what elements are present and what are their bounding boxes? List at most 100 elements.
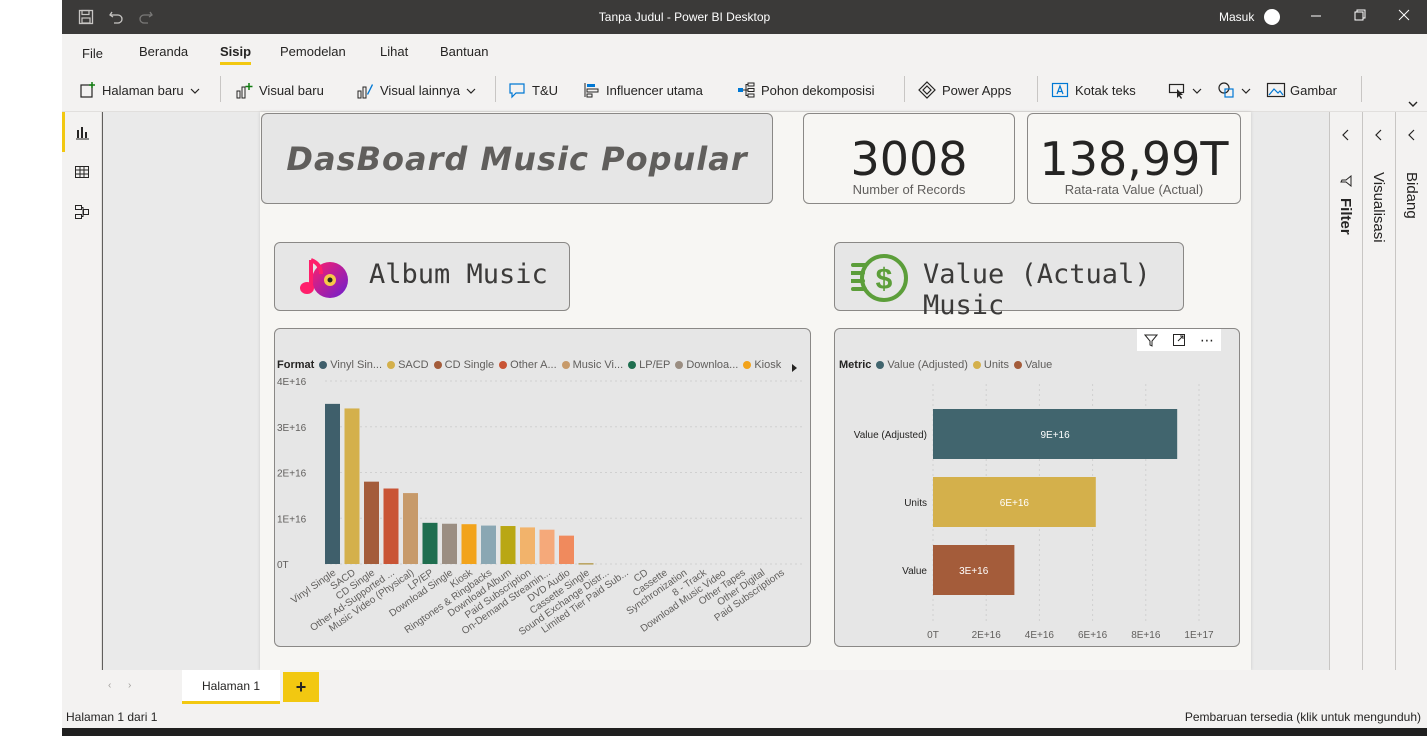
text-box-label: Kotak teks [1075, 82, 1136, 98]
chart1-bar [520, 527, 535, 564]
fields-pane-label: Bidang [1403, 172, 1420, 219]
fields-pane[interactable]: Bidang [1395, 112, 1427, 670]
chevron-left-icon[interactable] [1374, 128, 1384, 146]
new-visual-button[interactable]: Visual baru [235, 81, 324, 99]
new-page-label: Halaman baru [102, 82, 184, 98]
chart1-bar [325, 403, 340, 564]
chart2-plot: 0T 2E+16 4E+16 6E+16 8E+16 1E+17 Value (Adjust… [854, 384, 1214, 641]
chart1-bar [481, 525, 496, 564]
chart1-y-tick: 0T [277, 560, 289, 571]
kpi-card-avg-value[interactable]: 138,99T Rata-rata Value (Actual) [1027, 113, 1241, 204]
menu-bantuan[interactable]: Bantuan [440, 44, 488, 59]
power-bi-window: Tanpa Judul - Power BI Desktop Masuk Fil… [62, 0, 1427, 736]
key-influencers-button[interactable]: Influencer utama [582, 81, 703, 99]
update-available-link[interactable]: Pembaruan tersedia (klik untuk mengunduh… [1185, 710, 1421, 724]
title-bar: Tanpa Judul - Power BI Desktop Masuk [62, 0, 1427, 34]
report-page: DasBoard Music Popular 3008 Number of Re… [260, 112, 1251, 670]
dashboard-title: DasBoard Music Popular [286, 139, 748, 178]
chevron-left-icon[interactable] [1341, 128, 1351, 146]
model-view-icon[interactable] [74, 204, 90, 225]
kpi-avg-label: Rata-rata Value (Actual) [1064, 182, 1204, 197]
view-switcher [62, 112, 102, 670]
menu-pemodelan[interactable]: Pemodelan [280, 44, 346, 59]
chevron-down-icon [1241, 83, 1251, 98]
value-music-banner[interactable]: $ Value (Actual) Music [834, 242, 1184, 321]
tab-halaman-1[interactable]: Halaman 1 [182, 670, 280, 704]
visualizations-pane-label: Visualisasi [1370, 172, 1387, 243]
data-view-icon[interactable] [74, 164, 90, 185]
power-apps-button[interactable]: Power Apps [918, 81, 1011, 99]
dashboard-title-card[interactable]: DasBoard Music Popular [261, 113, 773, 204]
format-bar-chart[interactable]: Format Vinyl Sin... SACD CD Single Other A.… [274, 328, 811, 647]
close-icon[interactable] [1398, 8, 1410, 25]
album-music-label: Album Music [369, 259, 548, 290]
button-cursor-icon [1168, 81, 1186, 99]
kpi-card-records[interactable]: 3008 Number of Records [803, 113, 1015, 204]
tab-scroll-left-icon[interactable]: ‹ [108, 680, 111, 691]
tab-scroll-right-icon[interactable]: › [128, 680, 131, 691]
image-label: Gambar [1290, 82, 1337, 98]
sign-in-link[interactable]: Masuk [1219, 10, 1254, 24]
window-title: Tanpa Judul - Power BI Desktop [598, 10, 771, 24]
kpi-records-label: Number of Records [852, 182, 966, 197]
text-box-button[interactable]: Kotak teks [1051, 81, 1136, 99]
report-view-icon[interactable] [74, 124, 90, 145]
menu-sisip[interactable]: Sisip [220, 44, 252, 65]
visualizations-pane[interactable]: Visualisasi [1362, 112, 1395, 670]
status-bar: Halaman 1 dari 1 Pembaruan tersedia (kli… [62, 706, 1427, 728]
text-box-icon [1051, 81, 1069, 99]
chart1-bar [442, 523, 457, 564]
metric-bar-chart[interactable]: ⋯ Metric Value (Adjusted) Units Value 0T 2E… [834, 328, 1240, 647]
restore-icon[interactable] [1354, 8, 1366, 25]
qa-button[interactable]: T&U [508, 81, 558, 99]
chart1-bar [559, 535, 574, 564]
chevron-down-icon [190, 83, 200, 98]
chart1-y-tick: 2E+16 [277, 469, 307, 480]
qa-label: T&U [532, 82, 558, 98]
album-music-banner[interactable]: Album Music [274, 242, 570, 311]
filter-pane[interactable]: Filter [1329, 112, 1362, 670]
more-visuals-button[interactable]: Visual lainnya [356, 81, 476, 99]
power-apps-label: Power Apps [942, 82, 1012, 98]
buttons-dropdown[interactable] [1168, 81, 1202, 99]
filter-pane-icon [1340, 174, 1352, 192]
chart1-y-tick: 4E+16 [277, 377, 307, 388]
chevron-down-icon [1192, 83, 1202, 98]
shapes-dropdown[interactable] [1217, 81, 1251, 99]
chevron-left-icon[interactable] [1407, 128, 1417, 146]
chart2-x-tick: 2E+16 [972, 630, 1002, 641]
new-visual-icon [235, 81, 253, 99]
menu-beranda[interactable]: Beranda [139, 44, 188, 59]
add-page-button[interactable]: + [283, 672, 319, 702]
key-influencers-icon [582, 81, 600, 99]
chart1-bar [403, 493, 418, 564]
selected-indicator [62, 112, 65, 152]
ribbon-separator [1361, 76, 1362, 102]
kpi-records-value: 3008 [850, 132, 968, 186]
menu-lihat[interactable]: Lihat [380, 44, 408, 59]
chart2-y-tick: Value [902, 566, 927, 577]
chart1-bar [344, 408, 360, 564]
chart2-data-label: 6E+16 [1000, 498, 1030, 509]
ribbon: Halaman baru Visual baru Visual lainnya … [62, 68, 1427, 112]
chart2-data-label: 9E+16 [1040, 430, 1070, 441]
decomposition-tree-button[interactable]: Pohon dekomposisi [737, 81, 874, 99]
shapes-icon [1217, 81, 1235, 99]
image-icon [1266, 81, 1286, 99]
avatar[interactable] [1264, 9, 1280, 25]
chart2-x-tick: 4E+16 [1025, 630, 1055, 641]
filter-pane-label: Filter [1337, 198, 1354, 235]
ribbon-separator [1037, 76, 1038, 102]
chart1-bar [383, 488, 399, 564]
ribbon-collapse-icon[interactable] [1408, 96, 1418, 111]
image-button[interactable]: Gambar [1266, 81, 1337, 99]
menu-file[interactable]: File [82, 46, 103, 61]
kpi-avg-value: 138,99T [1039, 132, 1229, 186]
page-tabs-bar: ‹ › Halaman 1 + [102, 670, 1427, 706]
new-page-button[interactable]: Halaman baru [78, 81, 200, 99]
value-music-label: Value (Actual) Music [923, 259, 1151, 321]
dollar-coin-icon: $ [849, 251, 909, 310]
minimize-icon[interactable] [1310, 8, 1322, 25]
ribbon-separator [495, 76, 496, 102]
ribbon-separator [904, 76, 905, 102]
